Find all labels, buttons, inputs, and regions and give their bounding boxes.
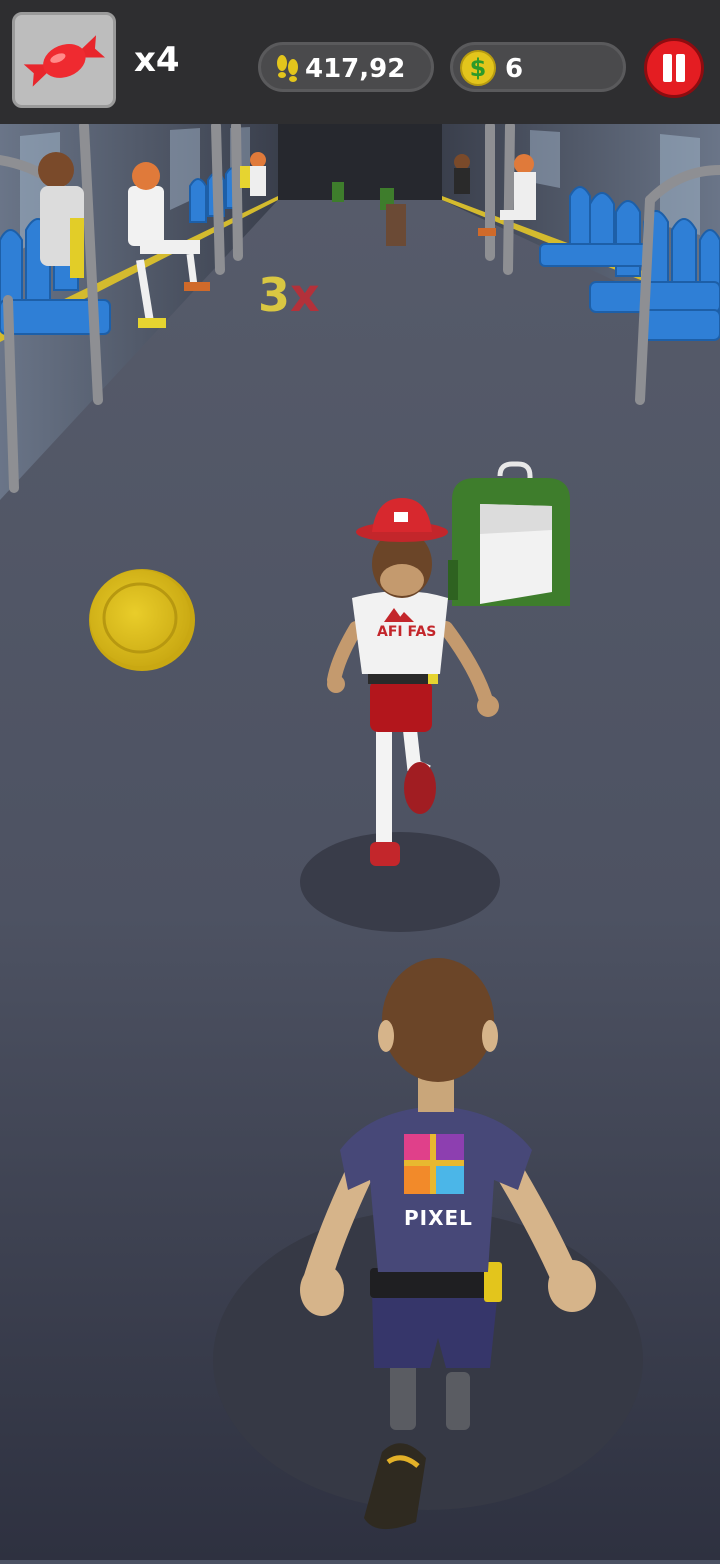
candy-icon (23, 35, 106, 87)
multiplier-number: 3 (258, 268, 291, 322)
coins-counter: $ 6 (450, 42, 626, 92)
score-multiplier: 3x (258, 268, 320, 322)
player-shirt-text: PIXEL (404, 1206, 473, 1230)
svg-text:$: $ (470, 54, 487, 82)
powerup-button[interactable] (12, 12, 116, 108)
pixel-logo-purple (436, 1134, 464, 1162)
distance-counter: 417,92 (258, 42, 434, 92)
pixel-logo-magenta (404, 1134, 432, 1162)
passenger-right-2 (454, 154, 470, 194)
runner-shadow (300, 832, 500, 932)
subway-car-scene (0, 121, 720, 1560)
dollar-coin-icon: $ (460, 50, 496, 86)
pixel-logo-orange (404, 1166, 432, 1194)
top-hud-bar: x4 417,92 $ 6 (0, 0, 720, 124)
multiplier-x: x (290, 268, 320, 322)
pause-button[interactable] (644, 38, 704, 98)
backpack-obstacle (448, 461, 570, 606)
game-scene[interactable]: 3x AFI FAS PIXEL (0, 121, 720, 1560)
distant-backpack (332, 182, 344, 202)
powerup-count: x4 (134, 40, 180, 80)
coins-value: 6 (505, 54, 524, 84)
distance-value: 417,92 (305, 54, 406, 84)
runner-shirt-logo: AFI FAS (377, 624, 437, 640)
pixel-logo-blue (436, 1166, 464, 1194)
coin-icon (89, 569, 195, 671)
distant-suitcase (386, 204, 406, 246)
footprints-icon (277, 55, 298, 82)
